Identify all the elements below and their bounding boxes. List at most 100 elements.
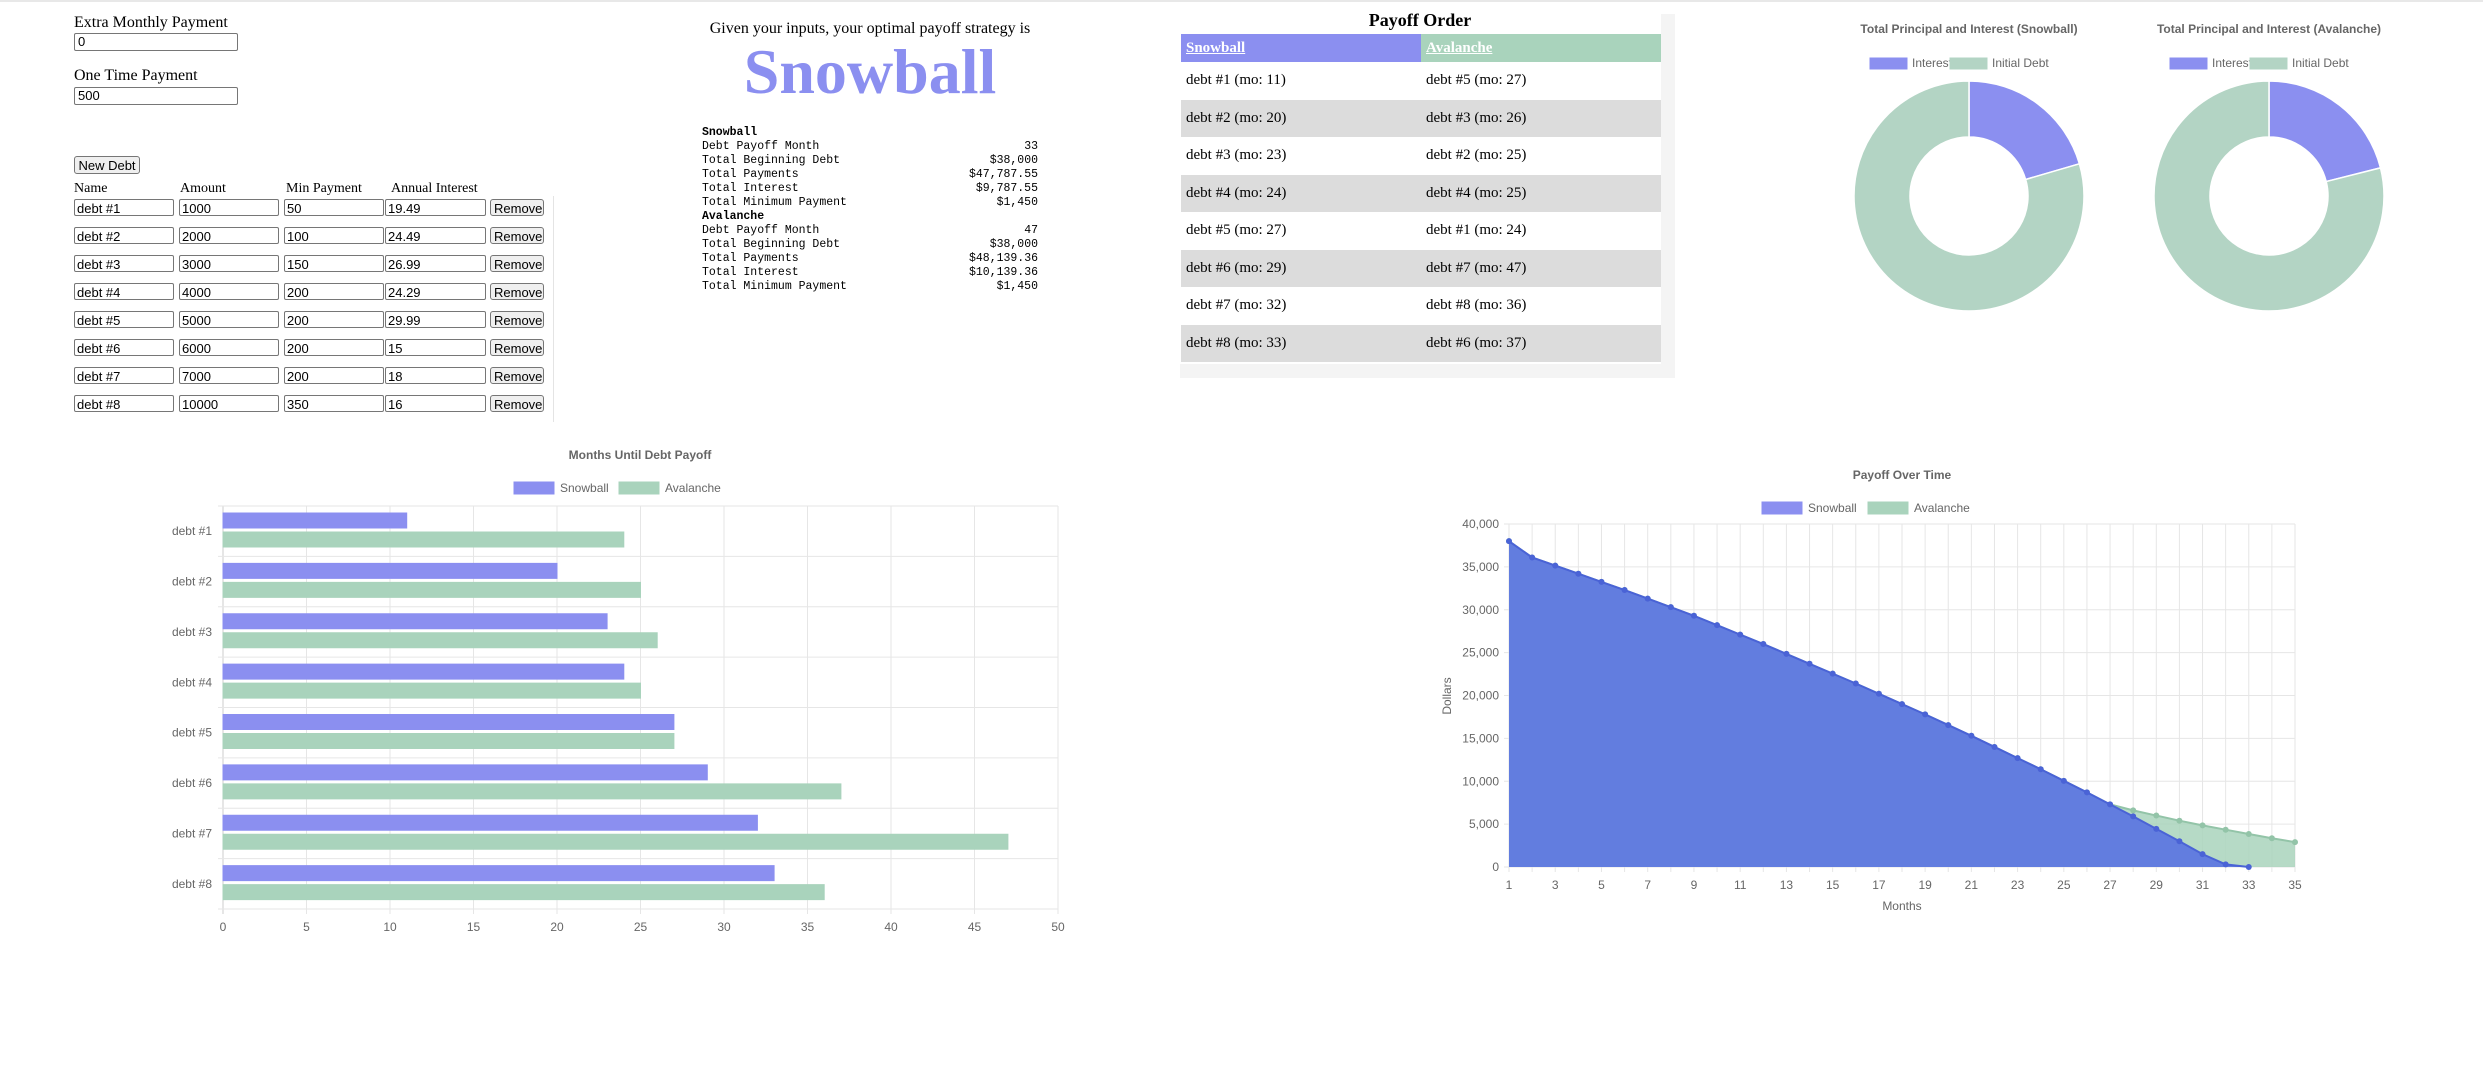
bar-snowball-5[interactable] xyxy=(222,714,675,730)
point-snowball[interactable] xyxy=(2222,861,2229,868)
bar-snowball-8[interactable] xyxy=(222,865,775,882)
y-tick-label: debt #7 xyxy=(172,826,212,840)
legend-swatch[interactable] xyxy=(618,481,660,495)
point-avalanche[interactable] xyxy=(2268,835,2275,842)
point-snowball[interactable] xyxy=(2130,813,2137,820)
point-snowball[interactable] xyxy=(1506,538,1512,545)
point-snowball[interactable] xyxy=(2199,851,2206,858)
x-tick-label: 3 xyxy=(1552,878,1559,892)
bar-avalanche-7[interactable] xyxy=(222,833,1009,850)
point-snowball[interactable] xyxy=(1829,670,1836,677)
point-snowball[interactable] xyxy=(1575,570,1582,577)
x-tick-label: 5 xyxy=(1598,878,1605,892)
bar-snowball-4[interactable] xyxy=(222,663,625,680)
point-snowball[interactable] xyxy=(2037,766,2044,773)
x-tick-label: 35 xyxy=(2288,878,2302,892)
x-tick-label: 20 xyxy=(550,920,564,934)
legend-label: Initial Debt xyxy=(2292,56,2349,70)
x-tick-label: 40 xyxy=(884,920,898,934)
bar-avalanche-5[interactable] xyxy=(222,733,675,749)
y-tick-label: 0 xyxy=(1492,860,1499,874)
donut-slice-interest[interactable] xyxy=(1968,80,2081,181)
point-snowball[interactable] xyxy=(1737,631,1744,638)
point-snowball[interactable] xyxy=(1875,690,1882,697)
x-tick-label: 11 xyxy=(1734,878,1747,892)
x-tick-label: 29 xyxy=(2150,878,2164,892)
point-snowball[interactable] xyxy=(1783,650,1790,657)
bar-snowball-7[interactable] xyxy=(222,814,758,831)
point-snowball[interactable] xyxy=(1644,595,1651,602)
bar-avalanche-4[interactable] xyxy=(222,682,641,699)
x-tick-label: 25 xyxy=(634,920,648,934)
legend-swatch[interactable] xyxy=(2169,57,2208,70)
bar-avalanche-6[interactable] xyxy=(222,783,842,800)
point-snowball[interactable] xyxy=(2107,801,2114,808)
point-avalanche[interactable] xyxy=(2199,822,2206,829)
point-snowball[interactable] xyxy=(2176,838,2183,845)
legend-swatch[interactable] xyxy=(1869,57,1908,70)
x-tick-label: 50 xyxy=(1051,920,1065,934)
legend-label: Interest xyxy=(2212,56,2253,70)
legend-swatch[interactable] xyxy=(1867,501,1909,515)
legend-swatch[interactable] xyxy=(2249,57,2288,70)
point-avalanche[interactable] xyxy=(2130,807,2137,814)
point-snowball[interactable] xyxy=(2153,825,2160,832)
bar-snowball-2[interactable] xyxy=(222,562,558,579)
bar-snowball-3[interactable] xyxy=(222,613,608,630)
legend-label: Initial Debt xyxy=(1992,56,2049,70)
point-snowball[interactable] xyxy=(1598,578,1605,585)
legend-label: Snowball xyxy=(1808,501,1857,515)
x-tick-label: 27 xyxy=(2103,878,2117,892)
x-tick-label: 30 xyxy=(717,920,731,934)
point-snowball[interactable] xyxy=(1852,680,1859,687)
point-snowball[interactable] xyxy=(1690,612,1697,619)
bar-snowball-1[interactable] xyxy=(222,512,408,529)
point-snowball[interactable] xyxy=(1968,732,1975,739)
point-snowball[interactable] xyxy=(2245,864,2252,870)
bar-avalanche-1[interactable] xyxy=(222,531,625,548)
bar-snowball-6[interactable] xyxy=(222,764,708,781)
x-tick-label: 1 xyxy=(1506,878,1513,892)
point-snowball[interactable] xyxy=(1714,622,1721,629)
point-avalanche[interactable] xyxy=(2222,826,2229,833)
legend-swatch[interactable] xyxy=(1761,501,1803,515)
y-tick-label: debt #2 xyxy=(172,575,212,589)
point-avalanche[interactable] xyxy=(2176,817,2183,824)
x-tick-label: 0 xyxy=(220,920,227,934)
point-snowball[interactable] xyxy=(1899,701,1905,708)
point-snowball[interactable] xyxy=(2083,789,2090,796)
point-snowball[interactable] xyxy=(1922,711,1929,718)
bar-avalanche-3[interactable] xyxy=(222,632,658,649)
point-snowball[interactable] xyxy=(1945,722,1952,729)
x-tick-label: 7 xyxy=(1644,878,1651,892)
x-tick-label: 33 xyxy=(2242,878,2256,892)
y-tick-label: 10,000 xyxy=(1462,774,1499,788)
x-tick-label: 15 xyxy=(467,920,481,934)
x-axis-title: Months xyxy=(1882,899,1921,913)
point-avalanche[interactable] xyxy=(2153,812,2160,819)
point-snowball[interactable] xyxy=(2014,755,2021,762)
point-snowball[interactable] xyxy=(1552,562,1559,569)
point-snowball[interactable] xyxy=(1806,660,1813,667)
legend-label: Avalanche xyxy=(1914,501,1970,515)
y-tick-label: debt #1 xyxy=(172,524,212,538)
legend-swatch[interactable] xyxy=(513,481,555,495)
point-snowball[interactable] xyxy=(1529,554,1536,561)
bar-avalanche-2[interactable] xyxy=(222,581,641,598)
point-avalanche[interactable] xyxy=(2292,839,2298,846)
point-snowball[interactable] xyxy=(1991,743,1998,750)
x-tick-label: 35 xyxy=(801,920,815,934)
point-snowball[interactable] xyxy=(1621,587,1628,594)
point-snowball[interactable] xyxy=(1760,641,1767,648)
x-tick-label: 21 xyxy=(1965,878,1979,892)
bar-chart: Months Until Debt Payoff Snowball Avalanch… xyxy=(172,448,1065,934)
legend-swatch[interactable] xyxy=(1949,57,1988,70)
legend-label: Snowball xyxy=(560,481,609,495)
donut-chart: Total Principal and Interest (Snowball) I… xyxy=(1853,22,2085,312)
y-tick-label: 35,000 xyxy=(1462,560,1499,574)
donut-slice-interest[interactable] xyxy=(2268,80,2382,183)
bar-avalanche-8[interactable] xyxy=(222,884,825,901)
point-snowball[interactable] xyxy=(2060,777,2067,784)
point-snowball[interactable] xyxy=(1667,604,1674,611)
point-avalanche[interactable] xyxy=(2245,830,2252,837)
